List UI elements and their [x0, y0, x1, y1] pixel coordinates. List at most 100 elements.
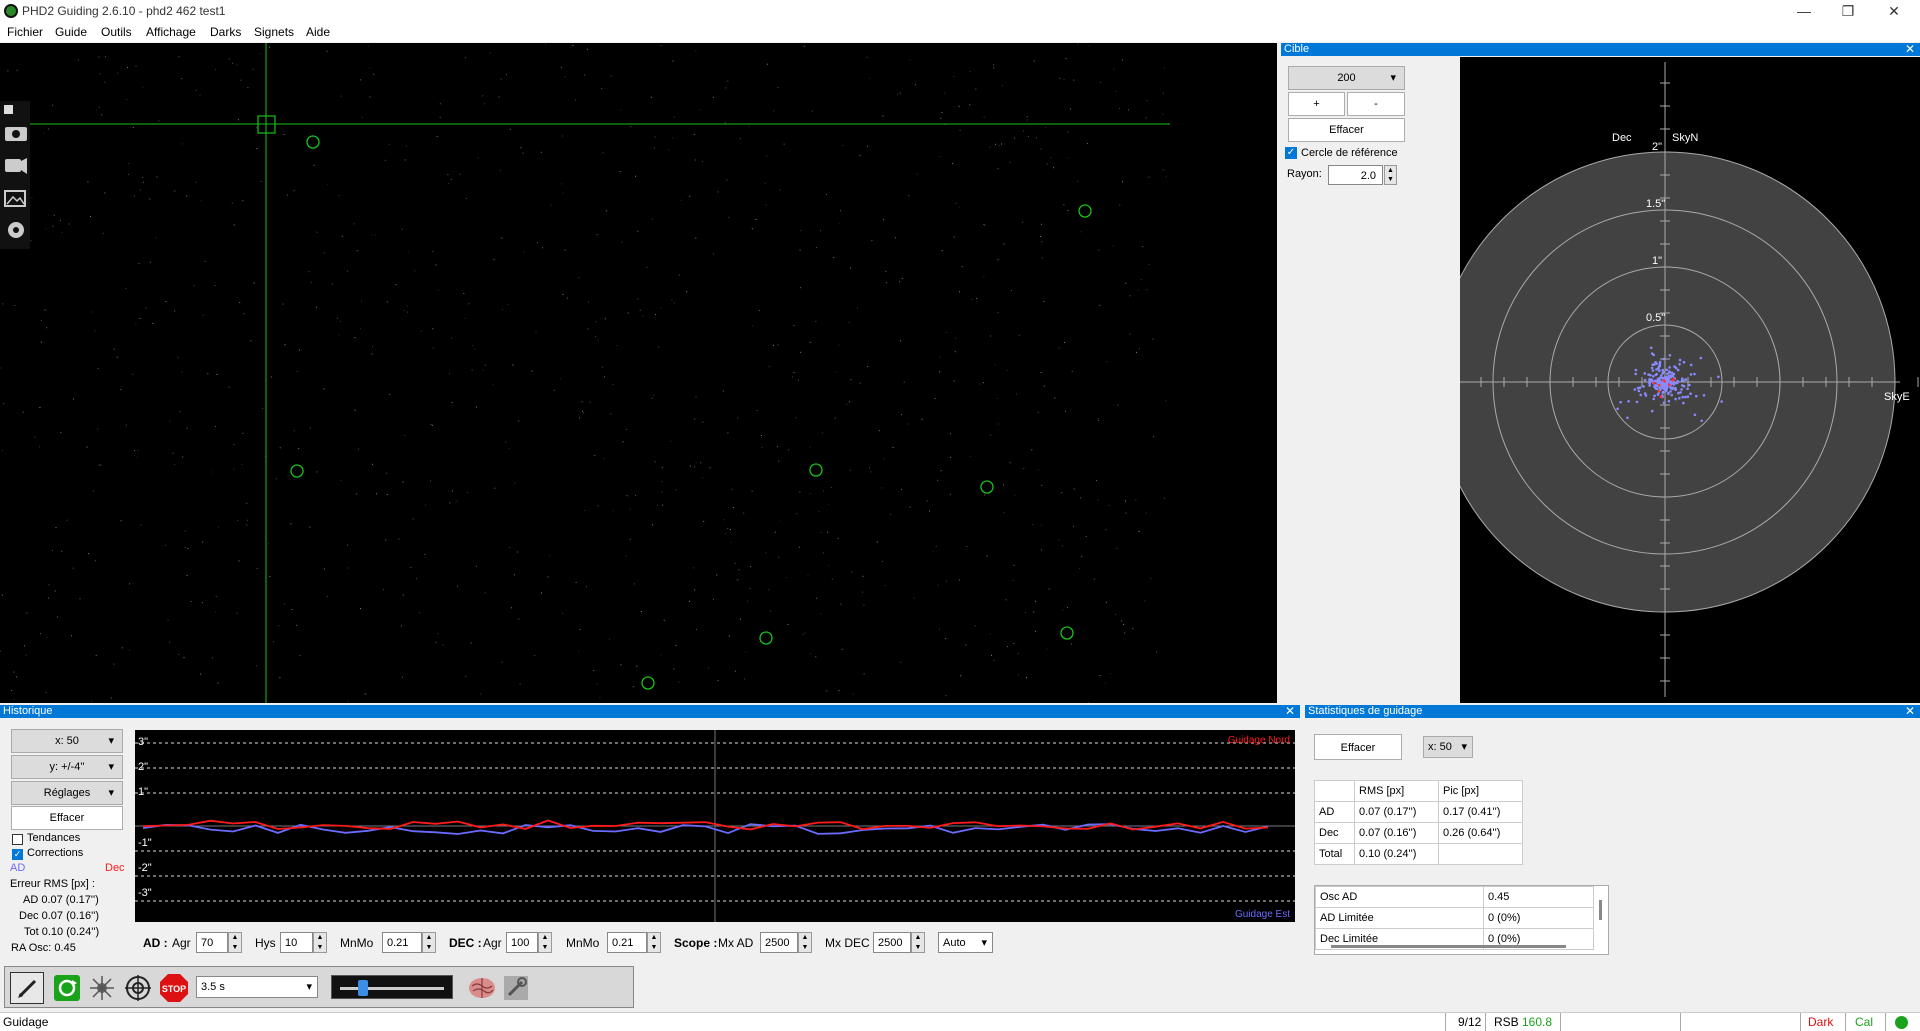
- pin-icon[interactable]: [4, 105, 13, 114]
- dec-mnmo-input[interactable]: 0.21: [607, 932, 647, 953]
- star-marker[interactable]: [290, 464, 304, 478]
- stats-close-icon[interactable]: ✕: [1905, 705, 1915, 718]
- background-star: [695, 628, 697, 630]
- background-star: [1071, 643, 1073, 645]
- hys-spinner[interactable]: ▲ ▼: [313, 932, 327, 953]
- background-star: [660, 654, 662, 656]
- use-mount-button[interactable]: [10, 972, 44, 1004]
- radius-spinner[interactable]: ▲ ▼: [1384, 165, 1397, 185]
- menu-aide[interactable]: Aide: [306, 25, 330, 39]
- background-star: [60, 432, 62, 434]
- stop-button[interactable]: STOP: [157, 972, 191, 1004]
- brain-settings-button[interactable]: [465, 972, 499, 1004]
- zoom-in-button[interactable]: +: [1288, 92, 1345, 116]
- guide-error-point: [1668, 354, 1672, 357]
- star-marker[interactable]: [1078, 204, 1092, 218]
- mxad-input[interactable]: 2500: [760, 932, 798, 953]
- background-star: [619, 171, 621, 172]
- menu-fichier[interactable]: Fichier: [7, 25, 43, 39]
- background-star: [1005, 599, 1007, 601]
- background-star: [137, 450, 139, 451]
- background-star: [142, 86, 144, 88]
- background-star: [165, 301, 167, 302]
- dec-agr-input[interactable]: 100: [506, 932, 538, 953]
- gallery-icon[interactable]: [4, 190, 26, 207]
- guide-error-point: [1662, 379, 1666, 382]
- history-close-icon[interactable]: ✕: [1285, 705, 1295, 718]
- advanced-tools-button[interactable]: [499, 972, 533, 1004]
- guide-button[interactable]: [121, 972, 155, 1004]
- menu-guide[interactable]: Guide: [55, 25, 87, 39]
- ad-mnmo-spinner[interactable]: ▲ ▼: [422, 932, 436, 953]
- dec-mnmo-spinner[interactable]: ▲ ▼: [647, 932, 661, 953]
- guiding-history-chart[interactable]: 3" 2" 1" -1" -2" -3" Guidage Nord Guidag…: [135, 730, 1295, 922]
- minimize-button[interactable]: —: [1790, 2, 1818, 20]
- osc-vertical-scrollbar[interactable]: [1599, 900, 1602, 920]
- target-close-icon[interactable]: ✕: [1905, 43, 1915, 56]
- star-marker[interactable]: [641, 676, 655, 690]
- history-x-dropdown[interactable]: x: 50 ▾: [11, 729, 123, 753]
- ref-circle-checkbox[interactable]: ✓: [1285, 147, 1297, 159]
- background-star: [1165, 400, 1167, 402]
- background-star: [716, 574, 718, 576]
- ad-mnmo-input[interactable]: 0.21: [382, 932, 422, 953]
- menu-affichage[interactable]: Affichage: [146, 25, 196, 39]
- mode-dropdown[interactable]: Auto ▾: [938, 932, 993, 953]
- gamma-slider[interactable]: [331, 975, 453, 999]
- target-scale-dropdown[interactable]: 200 ▾: [1288, 66, 1405, 90]
- target-clear-button[interactable]: Effacer: [1288, 118, 1405, 142]
- skyn-axis-label: SkyN: [1672, 132, 1698, 144]
- background-star: [595, 321, 597, 323]
- history-clear-button[interactable]: Effacer: [11, 806, 123, 830]
- restore-button[interactable]: ❐: [1834, 2, 1862, 20]
- history-y-dropdown[interactable]: y: +/-4'' ▾: [11, 755, 123, 779]
- star-marker[interactable]: [759, 631, 773, 645]
- camera-icon[interactable]: [5, 127, 27, 141]
- background-star: [7, 70, 9, 72]
- guide-error-point: [1634, 368, 1638, 372]
- auto-select-star-button[interactable]: [85, 972, 119, 1004]
- background-star: [316, 471, 318, 473]
- status-divider: [1445, 1013, 1446, 1031]
- exposure-dropdown[interactable]: 3.5 s ▾: [196, 976, 318, 998]
- video-icon[interactable]: [5, 158, 27, 174]
- dec-agr-spinner[interactable]: ▲ ▼: [538, 932, 552, 953]
- background-star: [44, 309, 46, 311]
- history-settings-dropdown[interactable]: Réglages ▾: [11, 781, 123, 805]
- background-star: [1162, 169, 1164, 171]
- east-guiding-label: Guidage Est: [1235, 909, 1290, 920]
- star-marker[interactable]: [980, 480, 994, 494]
- osc-table-container[interactable]: Osc AD 0.45 AD Limitée 0 (0%) Dec Limitée 0…: [1314, 885, 1609, 955]
- stats-clear-button[interactable]: Effacer: [1314, 734, 1402, 760]
- background-star: [597, 339, 599, 341]
- stats-x-dropdown[interactable]: x: 50 ▾: [1423, 736, 1473, 758]
- ad-mnmo-label: MnMo: [340, 936, 374, 950]
- hys-input[interactable]: 10: [280, 932, 313, 953]
- ad-agr-input[interactable]: 70: [196, 932, 228, 953]
- menu-darks[interactable]: Darks: [210, 25, 241, 39]
- mxad-spinner[interactable]: ▲ ▼: [798, 932, 812, 953]
- gamma-slider-thumb[interactable]: [357, 980, 368, 996]
- menu-signets[interactable]: Signets: [254, 25, 294, 39]
- ad-agr-spinner[interactable]: ▲ ▼: [228, 932, 242, 953]
- background-star: [983, 116, 985, 118]
- star-marker[interactable]: [1060, 626, 1074, 640]
- star-marker[interactable]: [809, 463, 823, 477]
- mxdec-spinner[interactable]: ▲ ▼: [911, 932, 925, 953]
- menu-outils[interactable]: Outils: [101, 25, 132, 39]
- close-button[interactable]: ✕: [1880, 2, 1908, 20]
- radius-input[interactable]: 2.0: [1328, 165, 1383, 185]
- trends-checkbox[interactable]: [12, 834, 23, 845]
- background-star: [183, 657, 185, 659]
- zoom-out-button[interactable]: -: [1347, 92, 1405, 116]
- background-star: [997, 168, 999, 170]
- mxdec-input[interactable]: 2500: [873, 932, 911, 953]
- corrections-checkbox[interactable]: ✓: [12, 849, 23, 860]
- background-star: [694, 589, 696, 591]
- star-marker[interactable]: [306, 135, 320, 149]
- background-star: [401, 625, 402, 627]
- settings-gear-icon[interactable]: [8, 222, 24, 238]
- loop-button[interactable]: [50, 972, 84, 1004]
- camera-image-viewer[interactable]: [0, 43, 1277, 703]
- osc-horizontal-scrollbar[interactable]: [1331, 945, 1566, 948]
